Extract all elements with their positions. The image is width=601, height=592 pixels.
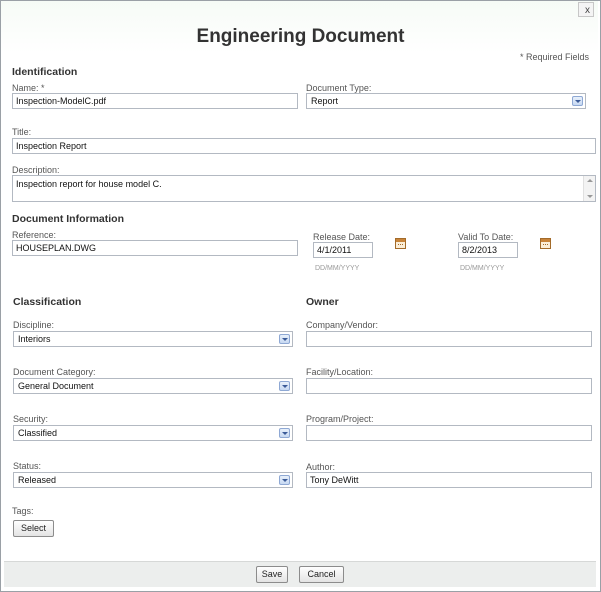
document-category-label: Document Category: bbox=[13, 367, 96, 377]
close-button[interactable]: x bbox=[578, 2, 594, 17]
document-category-select[interactable]: General Document bbox=[13, 378, 293, 394]
chevron-down-icon[interactable] bbox=[279, 475, 290, 485]
discipline-select[interactable]: Interiors bbox=[13, 331, 293, 347]
dialog-frame bbox=[0, 0, 601, 592]
reference-input[interactable]: HOUSEPLAN.DWG bbox=[12, 240, 298, 256]
valid-to-date-input[interactable]: 8/2/2013 bbox=[458, 242, 518, 258]
program-project-input[interactable] bbox=[306, 425, 592, 441]
description-label: Description: bbox=[12, 165, 60, 175]
chevron-down-icon[interactable] bbox=[279, 381, 290, 391]
document-category-value: General Document bbox=[18, 381, 94, 391]
valid-to-date-format-hint: DD/MM/YYYY bbox=[460, 265, 505, 272]
name-label: Name: * bbox=[12, 83, 45, 93]
status-value: Released bbox=[18, 475, 57, 485]
document-type-select[interactable]: Report bbox=[306, 93, 586, 109]
description-textarea[interactable]: Inspection report for house model C. bbox=[12, 175, 596, 202]
release-date-input[interactable]: 4/1/2011 bbox=[313, 242, 373, 258]
title-input[interactable]: Inspection Report bbox=[12, 138, 596, 154]
owner-heading: Owner bbox=[306, 296, 339, 308]
author-input[interactable]: Tony DeWitt bbox=[306, 472, 592, 488]
security-value: Classified bbox=[18, 428, 58, 438]
release-date-label: Release Date: bbox=[313, 232, 371, 242]
status-select[interactable]: Released bbox=[13, 472, 293, 488]
facility-location-label: Facility/Location: bbox=[306, 367, 374, 377]
reference-label: Reference: bbox=[12, 230, 57, 240]
cancel-button[interactable]: Cancel bbox=[299, 566, 344, 583]
select-tags-button[interactable]: Select bbox=[13, 520, 54, 537]
save-button[interactable]: Save bbox=[256, 566, 288, 583]
discipline-label: Discipline: bbox=[13, 320, 55, 330]
chevron-down-icon[interactable] bbox=[279, 334, 290, 344]
required-fields-note: * Required Fields bbox=[519, 52, 589, 62]
document-type-value: Report bbox=[311, 96, 339, 106]
security-label: Security: bbox=[13, 414, 49, 424]
release-date-format-hint: DD/MM/YYYY bbox=[315, 265, 360, 272]
classification-heading: Classification bbox=[13, 296, 82, 308]
document-information-heading: Document Information bbox=[12, 213, 124, 225]
release-calendar-icon[interactable] bbox=[395, 238, 406, 249]
description-scrollbar[interactable] bbox=[583, 176, 595, 201]
company-vendor-input[interactable] bbox=[306, 331, 592, 347]
chevron-down-icon[interactable] bbox=[279, 428, 290, 438]
document-type-label: Document Type: bbox=[306, 83, 372, 93]
security-select[interactable]: Classified bbox=[13, 425, 293, 441]
company-vendor-label: Company/Vendor: bbox=[306, 320, 379, 330]
tags-label: Tags: bbox=[12, 506, 34, 516]
author-label: Author: bbox=[306, 462, 336, 472]
valid-to-date-label: Valid To Date: bbox=[458, 232, 514, 242]
program-project-label: Program/Project: bbox=[306, 414, 374, 424]
valid-to-calendar-icon[interactable] bbox=[540, 238, 551, 249]
title-label: Title: bbox=[12, 127, 32, 137]
facility-location-input[interactable] bbox=[306, 378, 592, 394]
identification-heading: Identification bbox=[12, 66, 78, 78]
page-title: Engineering Document bbox=[196, 26, 405, 47]
name-input[interactable]: Inspection-ModelC.pdf bbox=[12, 93, 298, 109]
status-label: Status: bbox=[13, 461, 42, 471]
chevron-down-icon[interactable] bbox=[572, 96, 583, 106]
description-text: Inspection report for house model C. bbox=[16, 179, 162, 189]
discipline-value: Interiors bbox=[18, 334, 51, 344]
